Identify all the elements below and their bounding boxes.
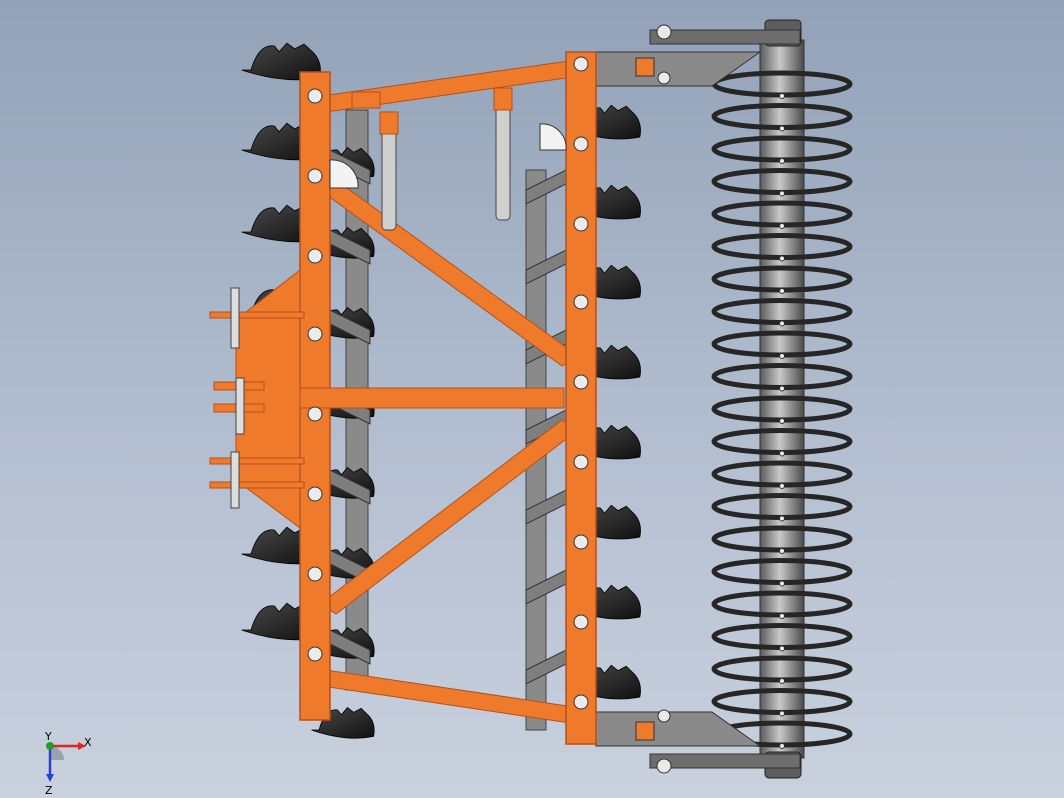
spring-pin-20	[779, 710, 785, 717]
bolt-right-9	[573, 694, 589, 710]
bolt-right-6	[573, 454, 589, 470]
spring-pin-11	[779, 418, 785, 424]
bolt-right-2	[573, 136, 589, 152]
bolt-right-5	[573, 374, 589, 390]
spring-pin-14	[779, 515, 785, 522]
spring-pin-3	[779, 158, 785, 164]
bolt-left-1	[307, 88, 323, 104]
spring-pin-16	[779, 580, 785, 587]
bolt-left-6	[307, 486, 323, 502]
spring-pin-2	[779, 125, 785, 132]
spring-pin-9	[779, 353, 785, 359]
spring-pin-10	[779, 385, 785, 392]
spring-roller	[711, 19, 853, 779]
bolt-left-5	[307, 406, 323, 422]
spring-pin-4	[779, 190, 785, 197]
bolt-left-8	[307, 646, 323, 662]
spring-pin-6	[779, 255, 785, 262]
bolt-right-8	[573, 614, 589, 630]
bolt-right-3	[573, 216, 589, 232]
cad-viewport[interactable]: X Y Z	[0, 0, 1064, 798]
bolt-left-3	[307, 248, 323, 264]
spring-pin-18	[779, 645, 785, 652]
spring-pin-17	[779, 613, 785, 619]
axis-triad: X Y Z	[44, 730, 92, 797]
rear-gang-bars	[345, 109, 547, 731]
y-axis-label: Y	[44, 730, 52, 743]
bolt-right-1	[573, 56, 589, 72]
spring-pin-19	[779, 678, 785, 684]
bolt-left-7	[307, 566, 323, 582]
bolt-right-7	[573, 534, 589, 550]
disc-harrow-model[interactable]: X Y Z	[0, 0, 1064, 798]
bolt-right-4	[573, 294, 589, 310]
z-axis-label: Z	[45, 784, 53, 797]
spring-pin-13	[779, 483, 785, 489]
spring-pin-1	[779, 93, 785, 99]
bolt-left-2	[307, 168, 323, 184]
spring-pin-15	[779, 548, 785, 554]
bolt-left-4	[307, 326, 323, 342]
spring-pin-21	[779, 743, 785, 749]
x-axis-label: X	[84, 736, 92, 749]
spring-pin-8	[779, 320, 785, 327]
spring-pin-5	[779, 223, 785, 229]
spring-pin-12	[779, 450, 785, 457]
spring-pin-7	[779, 288, 785, 294]
